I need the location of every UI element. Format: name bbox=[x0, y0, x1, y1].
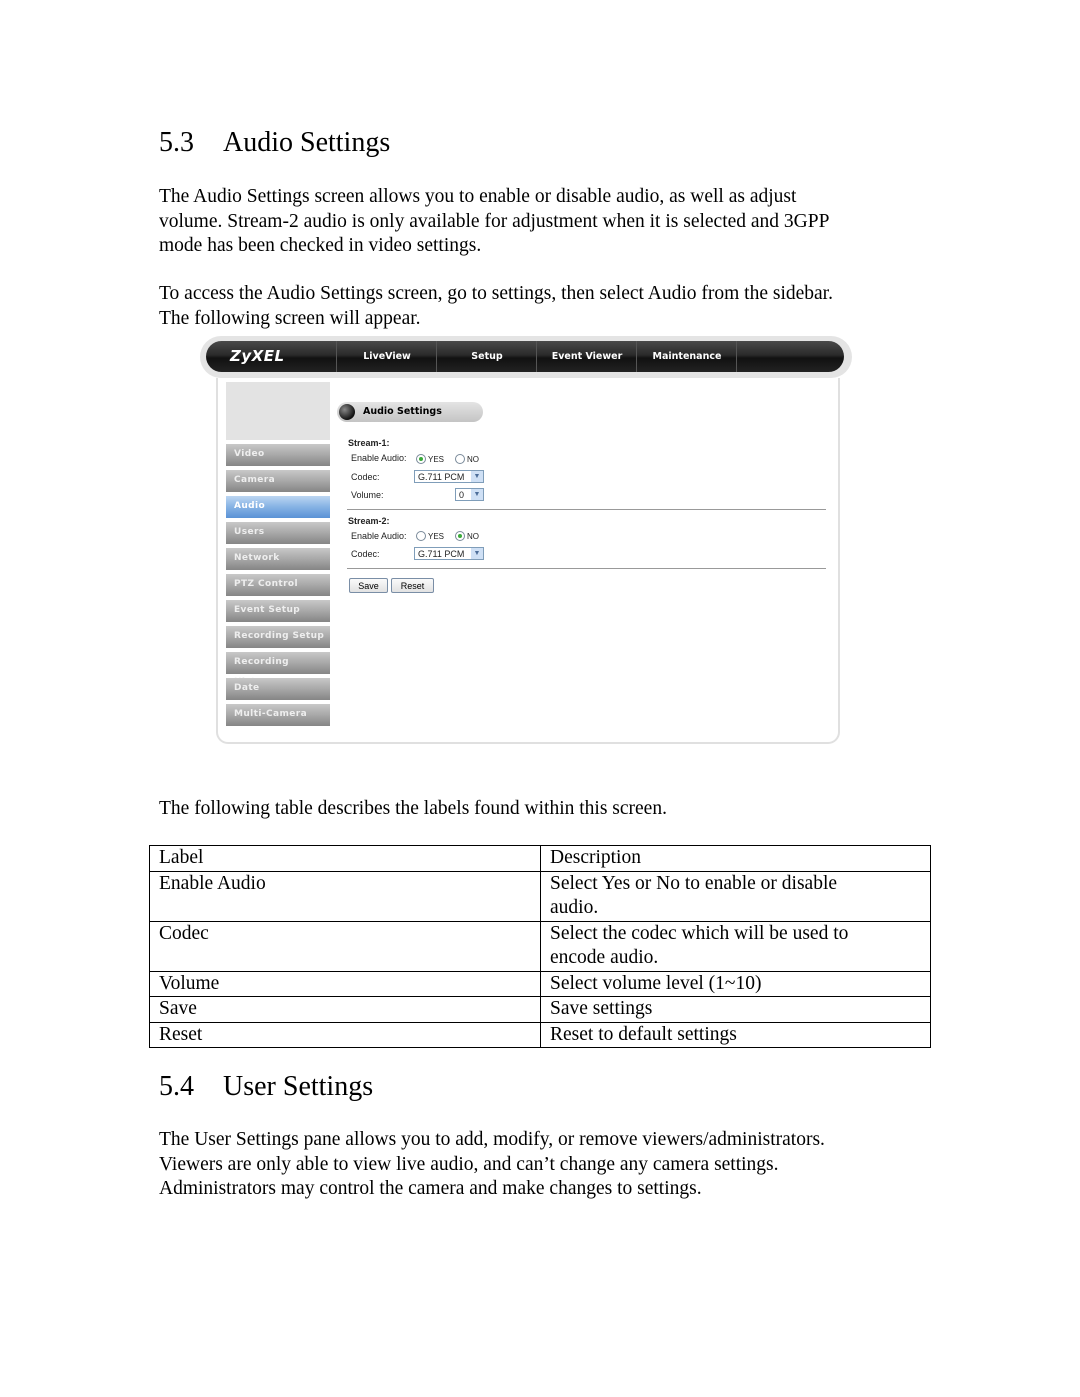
header-label: Label bbox=[149, 845, 541, 872]
desc-line: encode audio. bbox=[550, 947, 659, 968]
sidebar-item-event-setup[interactable]: Event Setup bbox=[226, 600, 330, 622]
chevron-down-icon: ▼ bbox=[471, 471, 483, 482]
cell-description: Select volume level (1~10) bbox=[540, 970, 931, 997]
stream1-no-radio[interactable] bbox=[455, 454, 465, 464]
text-line: The following table describes the labels… bbox=[159, 798, 667, 819]
section-number: 5.3 bbox=[159, 127, 194, 158]
desc-line: Select the codec which will be used to bbox=[550, 922, 849, 944]
chevron-down-icon: ▼ bbox=[471, 548, 483, 559]
stream1-yes-radio[interactable] bbox=[416, 454, 426, 464]
intro-paragraph: The Audio Settings screen allows you to … bbox=[159, 185, 919, 259]
table-intro: The following table describes the labels… bbox=[159, 797, 919, 822]
table-row: Reset Reset to default settings bbox=[149, 1021, 931, 1048]
cell-description: Select the codec which will be used to e… bbox=[540, 920, 931, 972]
chevron-down-icon: ▼ bbox=[471, 489, 483, 500]
stream1-volume-label: Volume: bbox=[351, 490, 384, 500]
stream1-codec-value: G.711 PCM bbox=[418, 472, 465, 482]
sidebar-item-ptz-control[interactable]: PTZ Control bbox=[226, 574, 330, 596]
nav-divider bbox=[736, 341, 738, 372]
stream2-codec-label: Codec: bbox=[351, 549, 380, 559]
table-row: Save Save settings bbox=[149, 996, 931, 1023]
top-nav-bar: ZyXEL LiveView Setup Event Viewer Mainte… bbox=[206, 341, 844, 372]
sidebar-item-video[interactable]: Video bbox=[226, 444, 330, 466]
text-line: The following screen will appear. bbox=[159, 307, 421, 329]
zyxel-logo: ZyXEL bbox=[230, 347, 285, 365]
sidebar-item-date[interactable]: Date bbox=[226, 678, 330, 700]
cell-description: Select Yes or No to enable or disable au… bbox=[540, 870, 931, 922]
cell-label: Reset bbox=[149, 1021, 541, 1048]
stream1-codec-label: Codec: bbox=[351, 472, 380, 482]
stream1-volume-value: 0 bbox=[459, 490, 465, 500]
sidebar-item-users[interactable]: Users bbox=[226, 522, 330, 544]
sphere-bullet-icon bbox=[339, 404, 355, 420]
cell-description: Reset to default settings bbox=[540, 1021, 931, 1048]
sidebar-item-multi-camera[interactable]: Multi-Camera bbox=[226, 704, 330, 726]
sidebar-item-audio[interactable]: Audio bbox=[226, 496, 330, 518]
desc-line: Select Yes or No to enable or disable bbox=[550, 872, 838, 894]
text-line: volume. Stream-2 audio is only available… bbox=[159, 210, 830, 232]
text-line: The User Settings pane allows you to add… bbox=[159, 1129, 825, 1150]
section-number: 5.4 bbox=[159, 1071, 194, 1102]
divider bbox=[347, 509, 826, 510]
panel-title: Audio Settings bbox=[363, 406, 442, 417]
save-button[interactable]: Save bbox=[349, 578, 388, 593]
sidebar-item-recording-setup[interactable]: Recording Setup bbox=[226, 626, 330, 648]
audio-settings-screenshot: ZyXEL LiveView Setup Event Viewer Mainte… bbox=[200, 336, 852, 744]
sidebar-item-network[interactable]: Network bbox=[226, 548, 330, 570]
labels-table: Label Description Enable Audio Select Ye… bbox=[149, 845, 931, 1048]
nav-setup[interactable]: Setup bbox=[436, 341, 537, 372]
table-row: Volume Select volume level (1~10) bbox=[149, 970, 931, 997]
reset-button[interactable]: Reset bbox=[391, 578, 434, 593]
text-line: The Audio Settings screen allows you to … bbox=[159, 186, 797, 207]
table-row: Enable Audio Select Yes or No to enable … bbox=[149, 870, 931, 922]
stream2-yes-radio[interactable] bbox=[416, 531, 426, 541]
sidebar-item-camera[interactable]: Camera bbox=[226, 470, 330, 492]
desc-line: audio. bbox=[550, 897, 599, 918]
cell-description: Save settings bbox=[540, 996, 931, 1023]
text-line: Viewers are only able to view live audio… bbox=[159, 1153, 779, 1175]
access-paragraph: To access the Audio Settings screen, go … bbox=[159, 282, 919, 331]
stream2-enable-label: Enable Audio: bbox=[351, 531, 407, 541]
stream1-yes-label: YES bbox=[428, 455, 445, 464]
nav-maintenance[interactable]: Maintenance bbox=[636, 341, 737, 372]
nav-liveview[interactable]: LiveView bbox=[336, 341, 437, 372]
stream1-enable-label: Enable Audio: bbox=[351, 453, 407, 463]
stream1-heading: Stream-1: bbox=[348, 438, 390, 448]
cell-label: Save bbox=[149, 996, 541, 1023]
user-settings-paragraph: The User Settings pane allows you to add… bbox=[159, 1128, 919, 1202]
stream2-codec-select[interactable]: G.711 PCM ▼ bbox=[414, 547, 484, 560]
stream2-heading: Stream-2: bbox=[348, 516, 390, 526]
stream1-volume-select[interactable]: 0 ▼ bbox=[455, 488, 484, 501]
cell-label: Volume bbox=[149, 970, 541, 997]
nav-event-viewer[interactable]: Event Viewer bbox=[536, 341, 637, 372]
text-line: Administrators may control the camera an… bbox=[159, 1178, 702, 1199]
cell-label: Enable Audio bbox=[149, 870, 541, 922]
stream2-codec-value: G.711 PCM bbox=[418, 549, 465, 559]
panel-title-pill: Audio Settings bbox=[337, 402, 483, 422]
sidebar-header-blank bbox=[226, 382, 330, 440]
sidebar-item-recording-history[interactable]: Recording History bbox=[226, 652, 330, 687]
text-line: mode has been checked in video settings. bbox=[159, 235, 482, 256]
top-nav-frame: ZyXEL LiveView Setup Event Viewer Mainte… bbox=[200, 336, 852, 378]
text-line: To access the Audio Settings screen, go … bbox=[159, 283, 833, 304]
table-header-row: Label Description bbox=[149, 845, 931, 872]
section-title: User Settings bbox=[223, 1071, 374, 1102]
section-heading-user-settings: 5.4 User Settings bbox=[159, 1071, 373, 1103]
table-row: Codec Select the codec which will be use… bbox=[149, 920, 931, 972]
header-description: Description bbox=[540, 845, 931, 872]
divider bbox=[347, 568, 826, 569]
section-heading-audio-settings: 5.3 Audio Settings bbox=[159, 127, 390, 159]
stream1-no-label: NO bbox=[467, 455, 479, 464]
stream2-yes-label: YES bbox=[428, 532, 445, 541]
cell-label: Codec bbox=[149, 920, 541, 972]
stream2-no-radio[interactable] bbox=[455, 531, 465, 541]
section-title: Audio Settings bbox=[223, 127, 391, 158]
stream1-codec-select[interactable]: G.711 PCM ▼ bbox=[414, 470, 484, 483]
stream2-no-label: NO bbox=[467, 532, 479, 541]
